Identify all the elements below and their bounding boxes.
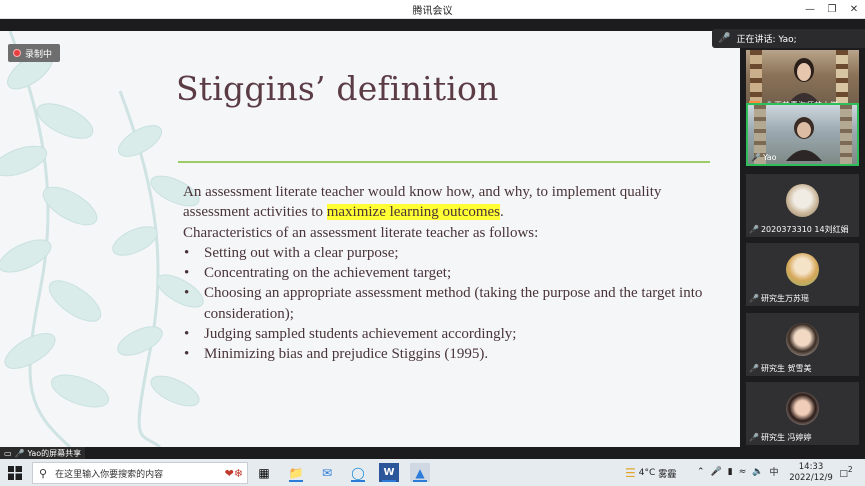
weather-desc: 雾霾 (658, 469, 677, 480)
slide-bullet: Concentrating on the achievement target; (183, 263, 713, 284)
microphone-icon: 🎤 (749, 225, 759, 234)
close-icon[interactable]: ✕ (843, 0, 865, 19)
microphone-icon: 🎤 (749, 294, 759, 303)
taskbar-clock[interactable]: 14:33 2022/12/9 (786, 462, 836, 484)
ime-indicator[interactable]: 中 (769, 465, 778, 478)
haze-icon: ☰ (625, 466, 636, 480)
microphone-icon: 🎤 (751, 153, 761, 162)
participant-name: 2020373310 14刘红娟 (760, 225, 849, 234)
shared-screen: 录制中 Stiggins’ definition An assessment l… (0, 31, 740, 447)
avatar (786, 323, 819, 356)
recording-badge[interactable]: 录制中 (8, 44, 60, 62)
recording-label: 录制中 (25, 49, 53, 60)
slide-intro: An assessment literate teacher would kno… (183, 184, 662, 221)
weather-widget[interactable]: ☰ 4°C 雾霾 (625, 466, 676, 480)
speaking-label: 正在讲话: Yao; (736, 35, 797, 45)
task-view-icon[interactable]: ▦ (254, 463, 274, 482)
slide-bullet: Minimizing bias and prejudice Stiggins (… (183, 344, 713, 365)
slide-title: Stiggins’ definition (176, 69, 499, 108)
window-controls: — ❐ ✕ (799, 0, 865, 19)
participant-name: 研究生 贺雪美 (760, 364, 812, 373)
taskbar-search[interactable]: ⚲ 在这里输入你要搜索的内容 ❤❄ (32, 462, 248, 484)
participant-name: 研究生万苏瑶 (760, 294, 809, 303)
participant-tile-active[interactable]: 🎤 Yao (746, 103, 859, 166)
highlighted-text: maximize learning outcomes (326, 204, 501, 221)
wifi-icon[interactable]: ≈ (739, 467, 747, 477)
avatar (786, 184, 819, 217)
clock-time: 14:33 (798, 462, 824, 472)
minimize-icon[interactable]: — (799, 0, 821, 19)
record-icon (13, 49, 21, 57)
microphone-icon: 🎤 (14, 448, 25, 458)
participant-tile[interactable]: 🎤 研究生 冯婷婷 (746, 382, 859, 445)
share-owner: Yao的屏幕共享 (27, 448, 82, 458)
participant-tile[interactable]: 🎤 研究生 贺雪美 (746, 313, 859, 376)
window-titlebar: 腾讯会议 — ❐ ✕ (0, 0, 865, 19)
word-icon[interactable]: W (379, 463, 399, 482)
slide-bullet-list: Setting out with a clear purpose; Concen… (183, 243, 713, 365)
windows-start-icon[interactable] (8, 466, 22, 480)
notification-count: 2 (847, 465, 853, 474)
chevron-up-icon[interactable]: ⌃ (697, 467, 705, 477)
screen-share-icon: ▭ (4, 448, 12, 458)
battery-icon[interactable]: ▮ (728, 467, 733, 477)
window-title: 腾讯会议 (412, 6, 453, 17)
participant-tile[interactable]: 🎤 2020373310 14刘红娟 (746, 174, 859, 237)
speaking-indicator: 🎤 正在讲话: Yao; (712, 29, 865, 48)
taskbar: ⚲ 在这里输入你要搜索的内容 ❤❄ ▦ 📁 ✉ ◯ W ▲ ☰ 4°C 雾霾 ⌃… (0, 459, 865, 486)
microphone-icon: 🎤 (718, 33, 731, 44)
mail-icon[interactable]: ✉ (317, 463, 337, 482)
slide-body: An assessment literate teacher would kno… (183, 182, 713, 365)
avatar (786, 392, 819, 425)
participant-name: Yao (762, 153, 777, 162)
avatar (786, 253, 819, 286)
slide-bullet: Choosing an appropriate assessment metho… (183, 283, 713, 324)
search-highlight-icon: ❤❄ (224, 466, 243, 480)
slide-bullet: Setting out with a clear purpose; (183, 243, 713, 264)
slide-divider (178, 161, 710, 163)
microphone-icon: 🎤 (749, 364, 759, 373)
edge-browser-icon[interactable]: ◯ (348, 463, 368, 482)
file-explorer-icon[interactable]: 📁 (286, 463, 306, 482)
microphone-icon: 🎤 (749, 433, 759, 442)
notification-icon[interactable]: □2 (838, 465, 854, 480)
slide-bullet: Judging sampled students achievement acc… (183, 324, 713, 345)
restore-icon[interactable]: ❐ (821, 0, 843, 19)
participant-video (788, 58, 820, 104)
weather-temp: 4°C (638, 468, 656, 478)
screen-share-label: ▭ 🎤 Yao的屏幕共享 (0, 447, 86, 459)
search-placeholder: 在这里输入你要搜索的内容 (55, 469, 164, 480)
participant-tile[interactable]: 🎤 研究生万苏瑶 (746, 243, 859, 306)
tencent-meeting-icon[interactable]: ▲ (410, 463, 430, 482)
share-bar (0, 447, 740, 459)
participant-video (786, 117, 822, 161)
clock-date: 2022/12/9 (789, 473, 833, 483)
search-icon: ⚲ (39, 466, 48, 480)
volume-icon[interactable]: 🔈 (752, 467, 763, 477)
system-tray: ⌃ 🎤 ▮ ≈ 🔈 中 (697, 465, 779, 479)
microphone-icon[interactable]: 🎤 (711, 467, 722, 477)
participant-name: 研究生 冯婷婷 (760, 433, 812, 442)
slide-subhead: Characteristics of an assessment literat… (183, 224, 539, 241)
